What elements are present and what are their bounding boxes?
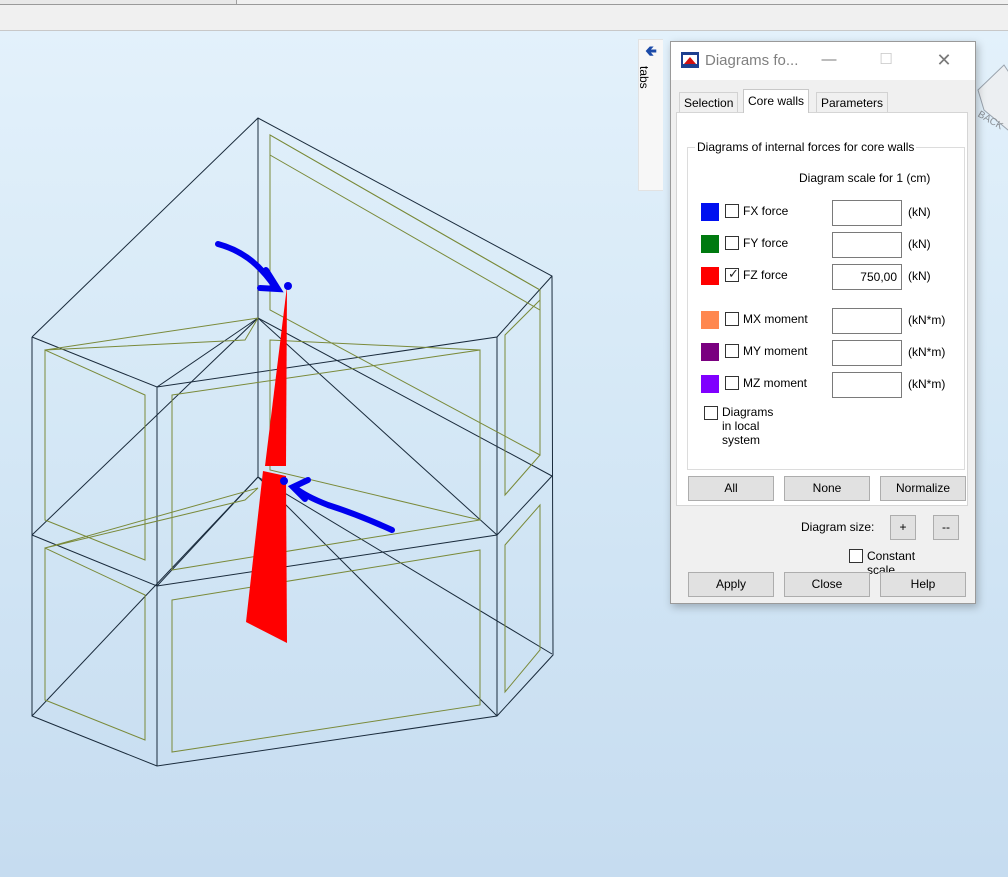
normalize-button[interactable]: Normalize [880,476,966,501]
view-cube[interactable]: BACK [974,50,1008,150]
fx-force-unit: (kN) [908,205,931,219]
group-title: Diagrams of internal forces for core wal… [695,140,917,154]
tab-core-walls[interactable]: Core walls [743,89,810,113]
side-tab-label[interactable]: tabs [637,66,651,89]
dialog-title: Diagrams fo... [705,52,799,69]
fx-force-input[interactable] [832,200,902,226]
fy-force-row: FY force (kN) [701,232,961,258]
core-wall-wireframe [31,117,554,767]
my-moment-unit: (kN*m) [908,345,946,359]
mz-moment-unit: (kN*m) [908,377,946,391]
diagrams-dialog: Diagrams fo... — ☐ ✕ Selection Core wall… [670,41,976,604]
mx-moment-input[interactable] [832,308,902,334]
my-moment-row: MY moment (kN*m) [701,340,961,366]
fz-color-swatch[interactable] [701,267,719,285]
mx-color-swatch[interactable] [701,311,719,329]
dialog-titlebar[interactable]: Diagrams fo... — ☐ ✕ [671,42,975,80]
size-minus-button[interactable]: -- [933,515,959,540]
my-moment-checkbox[interactable] [725,344,739,358]
fy-force-input[interactable] [832,232,902,258]
app-icon [681,52,699,68]
minimize-icon[interactable]: — [814,48,844,72]
fy-force-checkbox[interactable] [725,236,739,250]
close-icon[interactable]: ✕ [929,48,959,72]
apply-button[interactable]: Apply [688,572,774,597]
arrow-left-icon[interactable]: 🢀 [643,44,659,60]
tab-parameters[interactable]: Parameters [816,92,889,112]
fz-force-unit: (kN) [908,269,931,283]
fx-force-label: FX force [743,204,789,218]
mz-moment-input[interactable] [832,372,902,398]
fz-force-diagram [246,286,287,643]
fy-force-label: FY force [743,236,789,250]
local-system-label: Diagrams in local system [722,405,774,447]
local-system-checkbox[interactable] [704,406,718,420]
annotation-arrows [215,241,395,533]
inner-wall-panels [44,134,541,753]
size-plus-button[interactable]: + [890,515,916,540]
my-color-swatch[interactable] [701,343,719,361]
view-cube-graphic: BACK [976,64,1008,132]
fx-color-swatch[interactable] [701,203,719,221]
fz-force-row: ✓ FZ force 750,00 (kN) [701,264,961,290]
diagram-size-label: Diagram size: [801,520,875,534]
mz-moment-label: MZ moment [743,376,808,390]
fz-force-label: FZ force [743,268,788,282]
mx-moment-label: MX moment [743,312,808,326]
none-button[interactable]: None [784,476,870,501]
side-tabs-strip[interactable]: 🢀 tabs [637,39,663,191]
mz-moment-row: MZ moment (kN*m) [701,372,961,398]
mx-moment-row: MX moment (kN*m) [701,308,961,334]
toolbar-divider [0,4,1008,5]
mz-moment-checkbox[interactable] [725,376,739,390]
all-button[interactable]: All [688,476,774,501]
my-moment-input[interactable] [832,340,902,366]
mx-moment-checkbox[interactable] [725,312,739,326]
fy-force-unit: (kN) [908,237,931,251]
close-button[interactable]: Close [784,572,870,597]
annotation-point [284,282,292,290]
mx-moment-unit: (kN*m) [908,313,946,327]
constant-scale-checkbox[interactable] [849,549,863,563]
diagram-scale-label: Diagram scale for 1 (cm) [799,171,931,185]
maximize-icon: ☐ [879,51,893,68]
tab-selection[interactable]: Selection [679,92,739,112]
fx-force-row: FX force (kN) [701,200,961,226]
fx-force-checkbox[interactable] [725,204,739,218]
fz-force-checkbox[interactable]: ✓ [725,266,739,282]
mz-color-swatch[interactable] [701,375,719,393]
top-toolbar-strip [0,0,1008,31]
fz-force-input[interactable]: 750,00 [832,264,902,290]
help-button[interactable]: Help [880,572,966,597]
annotation-point [280,477,288,485]
checkmark-icon: ✓ [728,266,739,281]
my-moment-label: MY moment [743,344,808,358]
fy-color-swatch[interactable] [701,235,719,253]
